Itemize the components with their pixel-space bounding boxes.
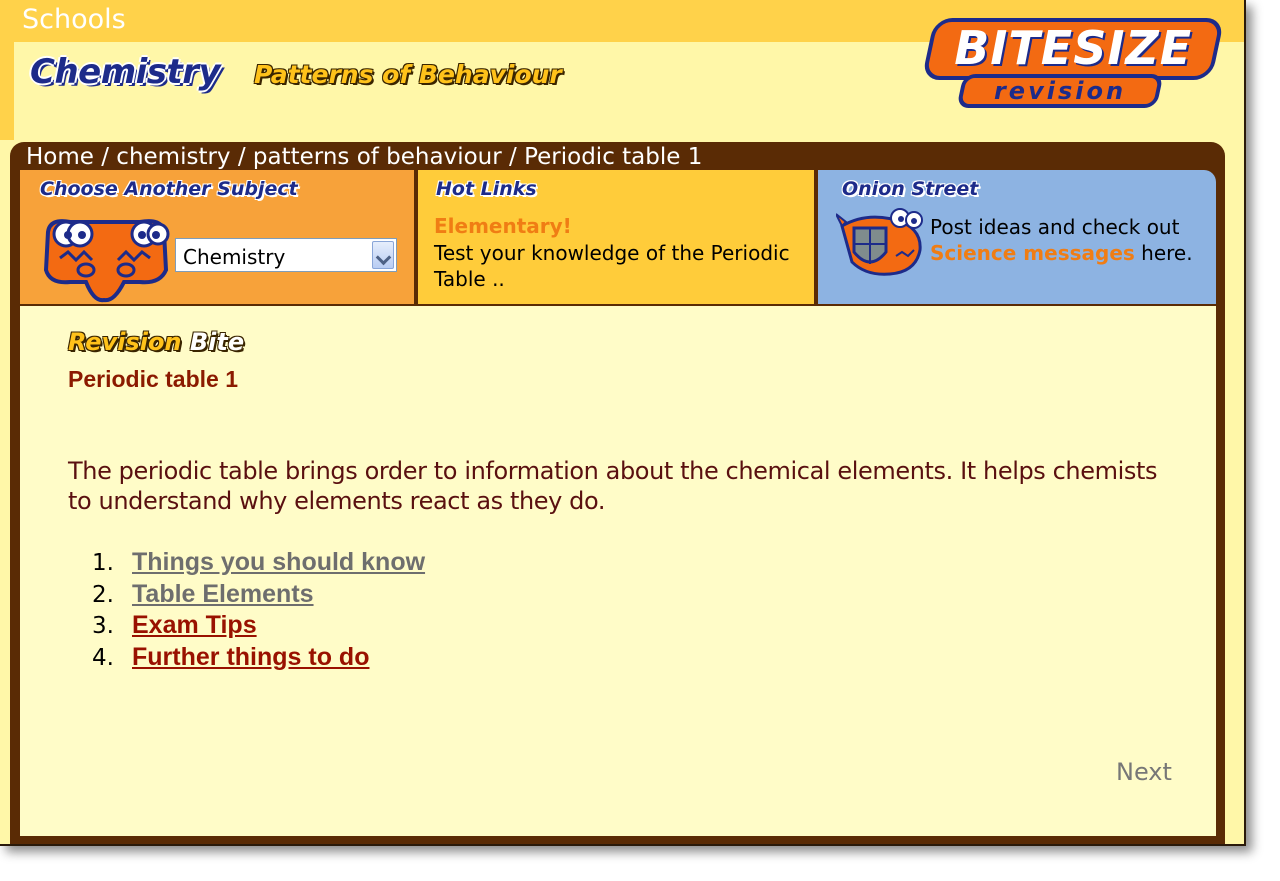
subject-select[interactable]: Chemistry <box>175 238 397 272</box>
bitesize-logo[interactable]: BITESIZE revision <box>921 18 1225 110</box>
list-number: 2. <box>92 581 114 608</box>
schools-label[interactable]: Schools <box>22 4 126 35</box>
logo-main-text: BITESIZE <box>954 21 1193 75</box>
choose-subject-heading: Choose Another Subject <box>40 178 298 200</box>
choose-subject-panel: Choose Another Subject Chemistry <box>20 170 414 304</box>
logo-sub-plate: revision <box>956 74 1164 108</box>
revision-word: Revision <box>68 328 182 356</box>
main-content: Revision Bite Periodic table 1 The perio… <box>20 306 1216 836</box>
onion-street-text: Post ideas and check out Science message… <box>930 214 1210 266</box>
content-container: Home / chemistry / patterns of behaviour… <box>10 142 1225 844</box>
list-number: 1. <box>92 550 114 576</box>
onion-text-before: Post ideas and check out <box>930 215 1180 239</box>
orange-monster-icon <box>43 219 170 303</box>
next-link[interactable]: Next <box>1116 758 1172 786</box>
breadcrumb[interactable]: Home / chemistry / patterns of behaviour… <box>26 144 702 170</box>
hot-link-elementary[interactable]: Elementary! <box>434 214 572 238</box>
bite-word: Bite <box>189 328 245 356</box>
onion-text-after: here. <box>1141 241 1193 265</box>
topic-title: Patterns of Behaviour <box>254 60 562 89</box>
browser-page: Schools Chemistry Patterns of Behaviour … <box>0 0 1246 846</box>
onion-street-panel: Onion Street Post ideas and check out Sc… <box>818 170 1216 304</box>
chevron-down-icon[interactable] <box>372 241 394 269</box>
intro-paragraph: The periodic table brings order to infor… <box>68 457 1158 515</box>
list-number: 4. <box>92 644 114 671</box>
onion-street-heading: Onion Street <box>842 178 979 200</box>
list-item: 4. Further things to do <box>92 643 425 675</box>
list-item: 2. Table Elements <box>92 580 425 612</box>
revision-bite-heading: Revision Bite <box>68 328 244 356</box>
fish-shield-icon <box>836 208 923 276</box>
list-number: 3. <box>92 613 114 639</box>
topic-link-things-you-should-know[interactable]: Things you should know <box>132 548 425 576</box>
hot-links-panel: Hot Links Elementary! Test your knowledg… <box>418 170 814 304</box>
list-item: 3. Exam Tips <box>92 611 425 643</box>
logo-sub-text: revision <box>993 77 1127 105</box>
list-item: 1. Things you should know <box>92 548 425 580</box>
topic-list: 1. Things you should know 2. Table Element… <box>92 548 425 674</box>
hot-link-description[interactable]: Test your knowledge of the Periodic Tabl… <box>434 240 804 292</box>
topic-link-table-elements[interactable]: Table Elements <box>132 580 314 608</box>
page-title: Periodic table 1 <box>68 366 239 392</box>
subject-title: Chemistry <box>30 52 221 92</box>
title-band-edge <box>0 42 14 140</box>
hot-links-heading: Hot Links <box>436 178 537 200</box>
logo-main-plate: BITESIZE <box>921 18 1225 80</box>
subject-select-value: Chemistry <box>183 245 286 269</box>
science-messages-link[interactable]: Science messages <box>930 241 1135 265</box>
topic-link-further-things-to-do[interactable]: Further things to do <box>132 643 369 671</box>
topic-link-exam-tips[interactable]: Exam Tips <box>132 611 257 639</box>
